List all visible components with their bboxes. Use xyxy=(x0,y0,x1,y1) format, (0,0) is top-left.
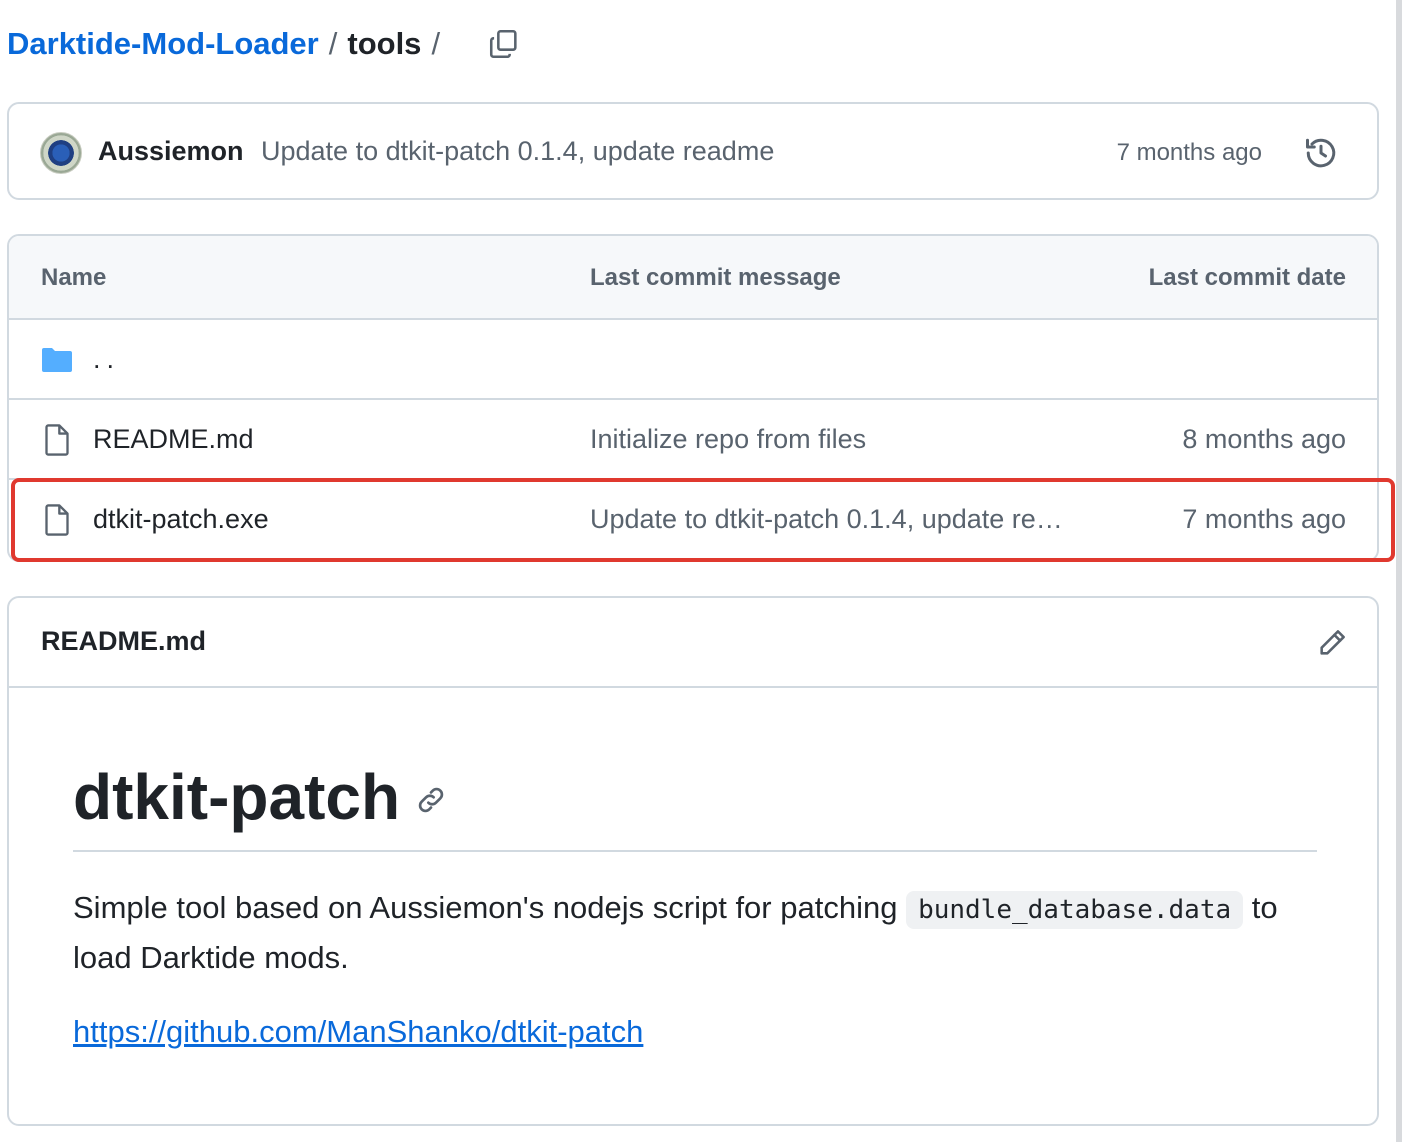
file-commit-date: 8 months ago xyxy=(1182,424,1346,454)
commit-author[interactable]: Aussiemon xyxy=(98,136,244,167)
file-commit-message[interactable]: Update to dtkit-patch 0.1.4, update re… xyxy=(590,504,1063,535)
inline-code: bundle_database.data xyxy=(906,891,1244,929)
folder-icon xyxy=(42,348,72,372)
history-button[interactable] xyxy=(1301,133,1341,173)
column-header-message: Last commit message xyxy=(590,264,841,291)
table-row[interactable]: README.md Initialize repo from files 8 m… xyxy=(9,400,1377,480)
readme-paragraph: Simple tool based on Aussiemon's nodejs … xyxy=(73,884,1333,982)
link-anchor-icon[interactable] xyxy=(415,784,447,816)
file-commit-date: 7 months ago xyxy=(1182,504,1346,534)
breadcrumb: Darktide-Mod-Loader / tools / xyxy=(7,22,450,66)
file-icon xyxy=(45,504,69,536)
breadcrumb-repo-link[interactable]: Darktide-Mod-Loader xyxy=(7,26,319,62)
breadcrumb-trailing-separator: / xyxy=(431,26,441,61)
readme-heading: dtkit-patch xyxy=(73,761,401,833)
table-row[interactable]: dtkit-patch.exe Update to dtkit-patch 0.… xyxy=(9,480,1377,560)
scrollbar-edge xyxy=(1396,0,1402,1142)
file-table: Name Last commit message Last commit dat… xyxy=(7,234,1379,562)
readme-panel: README.md dtkit-patch Simple tool based … xyxy=(7,596,1379,1126)
history-icon xyxy=(1306,138,1336,168)
file-name-link[interactable]: dtkit-patch.exe xyxy=(93,504,269,535)
avatar[interactable] xyxy=(40,132,82,174)
file-commit-message[interactable]: Initialize repo from files xyxy=(590,424,866,455)
edit-readme-button[interactable] xyxy=(1313,622,1353,662)
copy-icon xyxy=(489,29,517,59)
latest-commit-bar: Aussiemon Update to dtkit-patch 0.1.4, u… xyxy=(7,102,1379,200)
heading-divider xyxy=(73,850,1317,852)
pencil-icon xyxy=(1320,630,1345,655)
column-header-date: Last commit date xyxy=(1148,264,1346,291)
table-row-parent-dir[interactable]: .. xyxy=(9,320,1377,400)
readme-header: README.md xyxy=(9,598,1377,688)
commit-time: 7 months ago xyxy=(1116,139,1262,166)
copy-path-button[interactable] xyxy=(482,22,526,66)
parent-dir-link[interactable]: .. xyxy=(93,344,120,375)
paragraph-text: Simple tool based on Aussiemon's nodejs … xyxy=(73,890,907,925)
external-link[interactable]: https://github.com/ManShanko/dtkit-patch xyxy=(73,1014,643,1050)
file-name-link[interactable]: README.md xyxy=(93,424,254,455)
breadcrumb-separator: / xyxy=(328,26,338,61)
column-header-name: Name xyxy=(41,264,107,291)
table-header: Name Last commit message Last commit dat… xyxy=(9,236,1377,320)
commit-message[interactable]: Update to dtkit-patch 0.1.4, update read… xyxy=(261,136,774,167)
breadcrumb-current-folder: tools xyxy=(347,26,422,61)
file-icon xyxy=(45,424,69,456)
readme-title: README.md xyxy=(41,626,207,656)
